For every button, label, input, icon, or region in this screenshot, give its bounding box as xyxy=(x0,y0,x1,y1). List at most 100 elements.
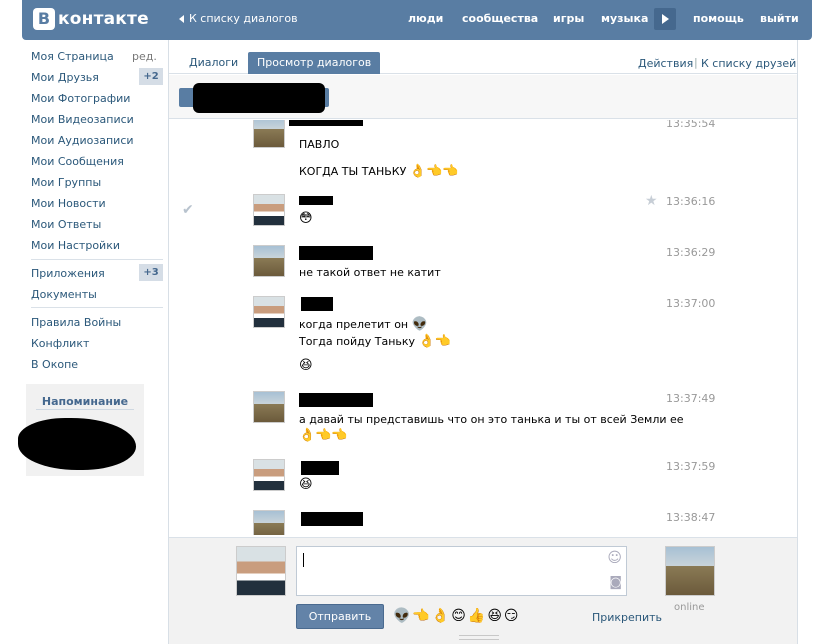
compose-area: ☺ ◙ Отправить 👽👈👌😊👍😆😏 Прикрепить online xyxy=(169,537,797,644)
online-status: online xyxy=(674,602,705,613)
nav-communities[interactable]: сообщества xyxy=(462,12,538,25)
sidebar-item-conflict[interactable]: Конфликт xyxy=(31,337,89,350)
sidebar-item-apps[interactable]: Приложения xyxy=(31,267,105,280)
logo-letter: В xyxy=(33,8,55,30)
message-text: а давай ты представишь что он это танька… xyxy=(299,413,684,426)
redacted-sender-name xyxy=(301,461,339,475)
sidebar-item-answers[interactable]: Мои Ответы xyxy=(31,218,101,231)
message-history[interactable]: 13:35:54 ПАВЛО КОГДА ТЫ ТАНЬКУ 👌👈👈 ✔ ★ 1… xyxy=(169,120,797,535)
redacted-sender-name xyxy=(301,297,333,311)
message-time: 13:35:54 xyxy=(666,120,716,130)
resize-grip[interactable] xyxy=(459,635,499,640)
tab-view-dialogs[interactable]: Просмотр диалогов xyxy=(248,52,381,74)
message-text: 👌👈👈 xyxy=(299,428,348,443)
logo-text: контакте xyxy=(58,9,149,29)
send-button[interactable]: Отправить xyxy=(296,604,384,629)
message-text: не такой ответ не катит xyxy=(299,266,441,279)
sidebar-item-audio[interactable]: Мои Аудиозаписи xyxy=(31,134,134,147)
message-time: 13:36:29 xyxy=(666,246,716,259)
sender-avatar[interactable] xyxy=(253,296,285,328)
friends-list-link[interactable]: К списку друзей xyxy=(701,57,796,70)
read-check-icon[interactable]: ✔ xyxy=(182,202,194,218)
dialog-view-panel: Диалоги Просмотр диалогов Действия | К с… xyxy=(168,40,798,644)
tab-dialogs[interactable]: Диалоги xyxy=(180,52,247,74)
play-icon xyxy=(662,14,669,24)
alien-emoji-icon: 👽 xyxy=(411,317,428,332)
star-icon[interactable]: ★ xyxy=(645,193,658,209)
message-text: 😆 xyxy=(299,477,313,492)
sidebar-item-photos[interactable]: Мои Фотографии xyxy=(31,92,130,105)
nav-help[interactable]: помощь xyxy=(693,12,744,25)
sidebar-divider xyxy=(31,259,163,260)
sidebar-item-documents[interactable]: Документы xyxy=(31,288,97,301)
nav-logout[interactable]: выйти xyxy=(760,12,799,25)
message-text: когда прелетит он 👽 xyxy=(299,317,428,332)
emoji-icons: 😆 xyxy=(299,477,313,492)
message-time: 13:37:00 xyxy=(666,297,716,310)
sidebar-item-friends[interactable]: Мои Друзья xyxy=(31,71,99,84)
redacted-sender-name xyxy=(289,120,363,126)
nav-people[interactable]: люди xyxy=(408,12,443,25)
vk-logo[interactable]: В контакте xyxy=(33,7,149,31)
message-input[interactable]: ☺ ◙ xyxy=(296,546,627,596)
message-text: КОГДА ТЫ ТАНЬКУ 👌👈👈 xyxy=(299,164,458,179)
reminder-divider xyxy=(36,409,134,410)
message-time: 13:37:59 xyxy=(666,460,716,473)
sidebar-item-videos[interactable]: Мои Видеозаписи xyxy=(31,113,134,126)
edit-link[interactable]: ред. xyxy=(132,50,157,63)
sidebar-item-my-page[interactable]: Моя Страница xyxy=(31,50,114,63)
sidebar-item-messages[interactable]: Мои Сообщения xyxy=(31,155,124,168)
my-avatar[interactable] xyxy=(236,546,286,596)
reminder-title: Напоминание xyxy=(41,395,129,408)
redacted-sender-name xyxy=(299,196,333,205)
message-text: Тогда пойду Таньку 👌👈 xyxy=(299,334,451,349)
sender-avatar[interactable] xyxy=(253,510,285,535)
message-text-line: когда прелетит он xyxy=(299,318,409,331)
sidebar-item-groups[interactable]: Мои Группы xyxy=(31,176,101,189)
sidebar-item-settings[interactable]: Мои Настройки xyxy=(31,239,120,252)
sidebar-divider xyxy=(31,307,163,308)
text-caret xyxy=(303,553,304,567)
emoji-quick-bar[interactable]: 👽👈👌😊👍😆😏 xyxy=(393,608,521,624)
message-text-line: КОГДА ТЫ ТАНЬКУ xyxy=(299,165,407,178)
redacted-sender-name xyxy=(301,512,363,526)
sender-avatar[interactable] xyxy=(253,194,285,226)
emoji-icons: 👌👈👈 xyxy=(299,428,348,443)
back-to-dialogs-link[interactable]: К списку диалогов xyxy=(179,12,298,25)
link-separator: | xyxy=(694,56,698,69)
camera-icon[interactable]: ◙ xyxy=(609,575,622,590)
message-time: 13:37:49 xyxy=(666,392,716,405)
sender-avatar[interactable] xyxy=(253,245,285,277)
back-to-dialogs-label: К списку диалогов xyxy=(189,12,298,25)
ok-hand-emoji-icon: 👌👈 xyxy=(418,334,451,349)
sidebar-item-war-rules[interactable]: Правила Войны xyxy=(31,316,121,329)
sender-avatar[interactable] xyxy=(253,459,285,491)
arrow-left-icon xyxy=(179,14,184,23)
sidebar-item-news[interactable]: Мои Новости xyxy=(31,197,106,210)
message-text: 😳 xyxy=(299,211,313,226)
emoji-icons: 😳 xyxy=(299,211,313,226)
smile-icon[interactable]: ☺ xyxy=(607,550,622,566)
nav-music[interactable]: музыка xyxy=(601,12,648,25)
message-time: 13:36:16 xyxy=(666,195,716,208)
music-play-button[interactable] xyxy=(654,8,676,30)
redacted-partner-name xyxy=(193,83,325,113)
message-text: 😆 xyxy=(299,358,313,373)
emoji-icons: 👌👈👈 xyxy=(409,164,459,179)
apps-count-badge[interactable]: +3 xyxy=(139,264,163,281)
message-text: ПАВЛО xyxy=(299,138,340,151)
message-time: 13:38:47 xyxy=(666,511,716,524)
attach-link[interactable]: Прикрепить xyxy=(592,611,662,624)
sender-avatar[interactable] xyxy=(253,391,285,423)
friends-count-badge[interactable]: +2 xyxy=(139,68,163,85)
actions-link[interactable]: Действия xyxy=(638,57,693,70)
message-text-line: Тогда пойду Таньку xyxy=(299,335,416,348)
nav-games[interactable]: игры xyxy=(553,12,584,25)
partner-avatar[interactable] xyxy=(665,546,715,596)
laughing-emoji-icon: 😆 xyxy=(299,358,313,373)
sender-avatar[interactable] xyxy=(253,120,285,148)
sidebar-item-trench[interactable]: В Окопе xyxy=(31,358,78,371)
tab-bar: Диалоги Просмотр диалогов Действия | К с… xyxy=(169,40,797,74)
redacted-sender-name xyxy=(299,246,373,260)
conversation-header xyxy=(169,75,797,119)
